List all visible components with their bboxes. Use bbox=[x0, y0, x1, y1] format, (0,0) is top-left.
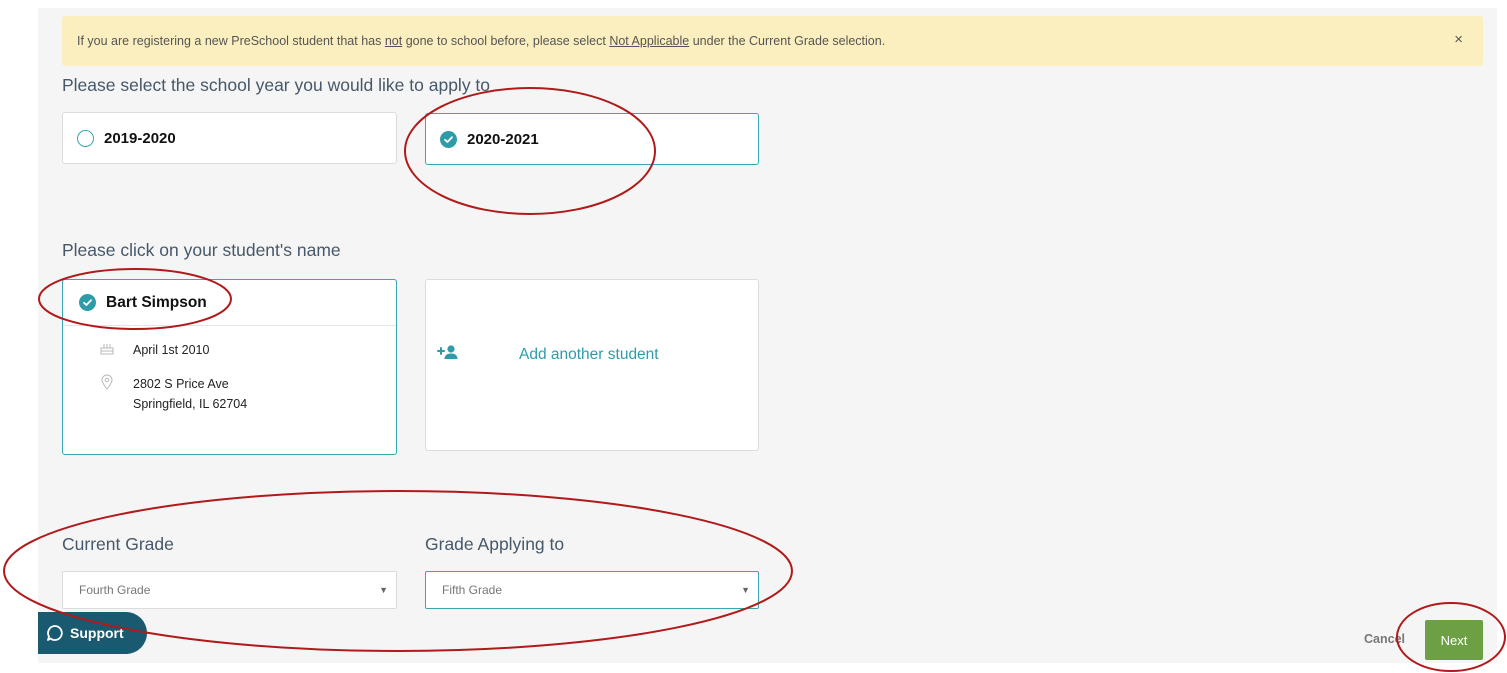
check-circle-icon bbox=[79, 294, 96, 311]
add-person-icon bbox=[436, 344, 458, 365]
student-card-bart-simpson[interactable]: Bart Simpson April 1st 2010 2802 S Price… bbox=[62, 279, 397, 455]
grade-applying-label: Grade Applying to bbox=[425, 534, 565, 554]
year-option-2019-2020[interactable]: 2019-2020 bbox=[62, 112, 397, 164]
student-birthday-row: April 1st 2010 bbox=[95, 340, 209, 360]
student-address-row: 2802 S Price Ave Springfield, IL 62704 bbox=[95, 374, 247, 414]
birthday-cake-icon bbox=[95, 340, 119, 360]
dropdown-caret-icon: ▼ bbox=[379, 585, 388, 595]
dropdown-caret-icon: ▼ bbox=[741, 585, 750, 595]
next-button[interactable]: Next bbox=[1425, 620, 1483, 660]
support-label: Support bbox=[70, 625, 124, 641]
address-line-2: Springfield, IL 62704 bbox=[133, 397, 248, 411]
current-grade-select[interactable]: Fourth Grade ▼ bbox=[62, 571, 397, 609]
year-label: 2019-2020 bbox=[104, 129, 176, 147]
grade-applying-value: Fifth Grade bbox=[442, 583, 503, 597]
student-prompt: Please click on your student's name bbox=[62, 240, 341, 260]
location-pin-icon bbox=[95, 374, 119, 414]
current-grade-value: Fourth Grade bbox=[79, 583, 151, 597]
add-another-student-label: Add another student bbox=[519, 346, 659, 363]
cancel-button[interactable]: Cancel bbox=[1364, 632, 1405, 646]
year-option-2020-2021[interactable]: 2020-2021 bbox=[425, 113, 759, 165]
add-another-student-card[interactable]: Add another student bbox=[425, 279, 759, 451]
chat-bubble-icon bbox=[46, 624, 64, 642]
school-year-prompt: Please select the school year you would … bbox=[62, 75, 491, 95]
current-grade-label: Current Grade bbox=[62, 534, 174, 554]
student-name: Bart Simpson bbox=[106, 293, 207, 311]
support-button[interactable]: Support bbox=[38, 612, 147, 654]
radio-unselected-icon bbox=[77, 129, 94, 147]
alert-text: If you are registering a new PreSchool s… bbox=[77, 34, 886, 48]
check-circle-icon bbox=[440, 130, 457, 148]
student-address: 2802 S Price Ave Springfield, IL 62704 bbox=[133, 374, 247, 414]
year-label: 2020-2021 bbox=[467, 130, 539, 148]
student-card-header: Bart Simpson bbox=[63, 280, 396, 326]
address-line-1: 2802 S Price Ave bbox=[133, 377, 229, 391]
grade-applying-select[interactable]: Fifth Grade ▼ bbox=[425, 571, 759, 609]
alert-close-button[interactable]: × bbox=[1454, 31, 1463, 48]
preschool-alert: If you are registering a new PreSchool s… bbox=[62, 16, 1483, 66]
student-birthday: April 1st 2010 bbox=[133, 343, 210, 357]
